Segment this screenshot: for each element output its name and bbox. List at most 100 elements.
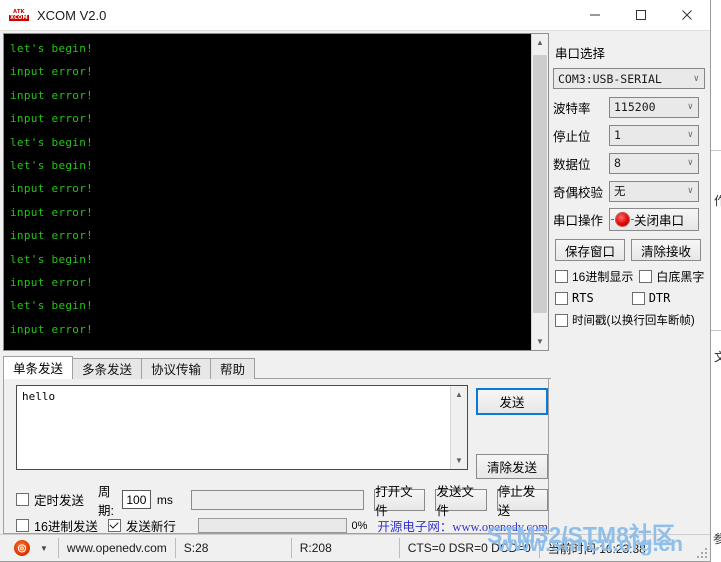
- receive-scroll-thumb[interactable]: [533, 55, 547, 313]
- send-row: hello ▲ ▼ 发送 清除发送: [4, 384, 548, 479]
- close-button[interactable]: [664, 0, 710, 30]
- port-select-label: 串口选择: [555, 47, 606, 61]
- clear-receive-button[interactable]: 清除接收: [631, 239, 701, 261]
- receive-line: let's begin!: [10, 42, 94, 55]
- send-scroll-up-icon[interactable]: ▲: [451, 385, 467, 403]
- data-bits-row: 数据位 8 ∨: [551, 149, 710, 177]
- stop-bits-value: 1: [614, 128, 621, 142]
- send-mode-tabs: 单条发送 多条发送 协议传输 帮助: [3, 355, 551, 379]
- period-label: 周期:: [98, 484, 114, 518]
- open-file-button[interactable]: 打开文件: [374, 485, 426, 518]
- window-controls: [572, 0, 710, 30]
- dtr-checkbox[interactable]: [631, 291, 645, 305]
- parity-combo[interactable]: 无 ∨: [609, 180, 699, 202]
- tab-0[interactable]: 单条发送: [3, 355, 74, 379]
- send-scroll-track[interactable]: [451, 402, 467, 452]
- timestamp-checkbox[interactable]: [555, 313, 568, 327]
- white-background-checkbox[interactable]: [639, 269, 653, 283]
- status-received-count: R:208: [292, 538, 400, 558]
- hex-display-checkbox[interactable]: [555, 269, 568, 283]
- tab-1[interactable]: 多条发送: [72, 357, 143, 379]
- newline-checkbox[interactable]: [107, 519, 121, 533]
- receive-line: input error!: [10, 205, 94, 219]
- receive-scroll-track[interactable]: [532, 51, 548, 333]
- stop-bits-row: 停止位 1 ∨: [551, 121, 710, 149]
- receive-line: let's begin!: [10, 252, 94, 266]
- close-port-label: 关闭串口: [634, 213, 685, 228]
- timed-send-row: 定时发送 周期: 100 ms 打开文件 发送文件 停止发送: [16, 485, 548, 518]
- send-scroll-down-icon[interactable]: ▼: [451, 451, 467, 469]
- minimize-button[interactable]: [572, 0, 618, 30]
- period-unit: ms: [156, 492, 173, 507]
- port-select-value: COM3:USB-SERIAL: [558, 71, 662, 86]
- receive-line: input error!: [10, 112, 94, 126]
- tab-2[interactable]: 协议传输: [141, 357, 212, 379]
- clear-send-button[interactable]: 清除发送: [476, 453, 548, 479]
- port-status-led-icon: [611, 212, 634, 226]
- app-logo-line2: XCOM: [9, 15, 29, 21]
- hex-display-label: 16进制显示: [572, 269, 634, 284]
- hex-send-checkbox[interactable]: [16, 519, 29, 533]
- data-bits-label: 数据位: [553, 157, 591, 172]
- receive-text-area[interactable]: let's begin! input error! input error! inpu…: [4, 34, 531, 350]
- chevron-down-icon-port: ∨: [693, 73, 699, 84]
- timed-send-label: 定时发送: [34, 494, 85, 509]
- receive-line: input error!: [10, 88, 94, 102]
- receive-line: input error!: [10, 275, 94, 289]
- receive-line: let's begin!: [10, 135, 94, 149]
- title-bar: ATK XCOM XCOM V2.0: [0, 0, 710, 31]
- port-select-combo[interactable]: COM3:USB-SERIAL ∨: [553, 68, 705, 89]
- send-textarea[interactable]: hello: [17, 386, 450, 469]
- chevron-down-icon-baud: ∨: [687, 102, 693, 112]
- chevron-down-icon-status[interactable]: ▼: [40, 544, 48, 553]
- status-bar: ◎ ▼ www.openedv.com S:28 R:208 CTS=0 DSR…: [0, 534, 710, 561]
- background-text-right-2: 文: [714, 350, 721, 364]
- receive-scrollbar[interactable]: ▲ ▼: [531, 34, 548, 350]
- rts-checkbox[interactable]: [555, 291, 568, 305]
- send-scrollbar[interactable]: ▲ ▼: [450, 385, 467, 469]
- panel-buttons-row: 保存窗口 清除接收: [551, 233, 710, 265]
- window-body: let's begin! input error! input error! inpu…: [0, 31, 710, 534]
- dtr-label: DTR: [648, 291, 671, 305]
- tab-3[interactable]: 帮助: [210, 357, 256, 379]
- baud-value: 115200: [614, 100, 656, 114]
- send-button[interactable]: 发送: [476, 387, 548, 415]
- parity-label: 奇偶校验: [553, 185, 604, 200]
- stop-send-button[interactable]: 停止发送: [496, 485, 548, 518]
- flow-control-row: RTS DTR: [551, 287, 710, 309]
- timed-send-checkbox[interactable]: [16, 493, 29, 507]
- stop-bits-label: 停止位: [553, 129, 591, 144]
- chevron-down-icon-stopbits: ∨: [687, 130, 693, 140]
- receive-scroll-up-icon[interactable]: ▲: [532, 34, 548, 51]
- baud-row: 波特率 115200 ∨: [551, 93, 710, 121]
- send-panel: hello ▲ ▼ 发送 清除发送 定时发送 周期: 100 ms 打开文件 发…: [3, 378, 549, 537]
- receive-line: input error!: [10, 229, 94, 243]
- stop-bits-combo[interactable]: 1 ∨: [609, 124, 699, 146]
- data-bits-combo[interactable]: 8 ∨: [609, 152, 699, 174]
- send-file-button[interactable]: 发送文件: [435, 485, 487, 518]
- status-time: 当前时间 16:23:38: [547, 541, 646, 556]
- rts-label: RTS: [572, 291, 594, 305]
- receive-line: let's begin!: [10, 299, 94, 313]
- receive-scroll-down-icon[interactable]: ▼: [532, 332, 548, 350]
- timestamp-label: 时间戳(以换行回车断帧): [572, 315, 695, 327]
- white-background-label: 白底黑字: [656, 269, 705, 284]
- resize-grip[interactable]: [697, 548, 707, 558]
- file-path-field[interactable]: [190, 489, 365, 510]
- close-port-button[interactable]: 关闭串口: [609, 207, 699, 231]
- progress-percent: 0%: [351, 519, 368, 532]
- port-operation-row: 串口操作 关闭串口: [551, 205, 710, 233]
- send-input-frame[interactable]: hello ▲ ▼: [16, 384, 468, 470]
- baud-combo[interactable]: 115200 ∨: [609, 96, 699, 118]
- timestamp-row: 时间戳(以换行回车断帧): [551, 309, 710, 331]
- status-site[interactable]: www.openedv.com: [57, 538, 176, 558]
- receive-line: input error!: [10, 322, 94, 336]
- openedv-promo-text: 开源电子网：www.openedv.com: [377, 520, 548, 535]
- hex-send-label: 16进制发送: [34, 520, 98, 535]
- maximize-button[interactable]: [618, 0, 664, 30]
- period-input[interactable]: 100: [122, 490, 151, 510]
- tab-filler: [254, 377, 551, 379]
- screen-root: 作 文 参 存在器中的 I XFIF ，即产生中断。对 USART_DR 的写操…: [0, 0, 721, 562]
- send-options: 定时发送 周期: 100 ms 打开文件 发送文件 停止发送 16进制发送 发送…: [4, 479, 548, 537]
- save-window-button[interactable]: 保存窗口: [555, 239, 625, 261]
